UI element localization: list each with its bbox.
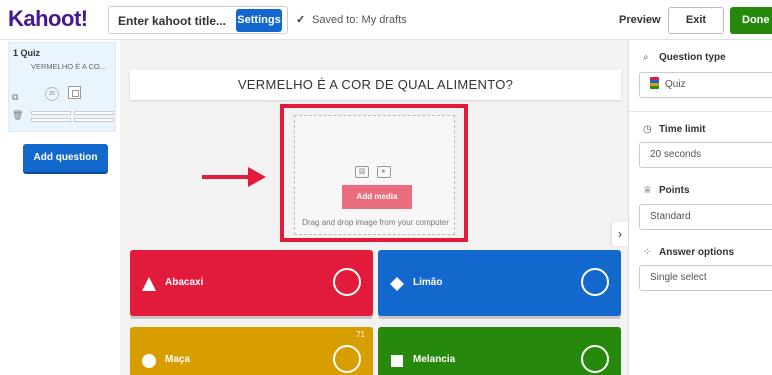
slide-question-preview: VERMELHO É A CO... bbox=[31, 62, 107, 71]
chevron-right-icon[interactable]: › bbox=[612, 222, 628, 246]
slide-thumbnail-1[interactable]: 1 Quiz VERMELHO É A CO... 20 bbox=[8, 42, 116, 132]
correct-toggle[interactable] bbox=[333, 268, 361, 296]
diamond-icon bbox=[390, 277, 404, 291]
answer-3[interactable]: 71 Maça bbox=[130, 327, 373, 375]
answer-4[interactable]: Melancia bbox=[378, 327, 621, 375]
answer-1[interactable]: Abacaxi bbox=[130, 250, 373, 316]
question-type-icon: ⌕ bbox=[643, 52, 649, 63]
timer-circle: 20 bbox=[45, 87, 59, 101]
slide-mini-preview: 20 bbox=[31, 75, 117, 125]
slide-number-label: 1 Quiz bbox=[13, 48, 41, 58]
done-button[interactable]: Done bbox=[730, 7, 772, 34]
slide-sidebar: 1 Quiz VERMELHO É A CO... 20 ⧉ 🗑 Add que… bbox=[0, 40, 120, 375]
quiz-icon bbox=[650, 77, 659, 89]
points-value: Standard bbox=[650, 211, 691, 222]
answer-label: Limão bbox=[413, 277, 443, 288]
drag-drop-hint: Drag and drop image from your computer bbox=[302, 218, 449, 227]
grid-icon: ⁘ bbox=[643, 247, 652, 258]
top-bar: Kahoot! Enter kahoot title... Settings ✓… bbox=[0, 0, 772, 40]
red-arrow-icon bbox=[202, 167, 266, 187]
question-title[interactable]: VERMELHO É A COR DE QUAL ALIMENTO? bbox=[130, 70, 621, 100]
clock-icon: ◷ bbox=[643, 124, 652, 135]
video-icon: ▸ bbox=[377, 166, 391, 178]
image-icon: ▨ bbox=[355, 166, 369, 178]
divider bbox=[629, 111, 772, 112]
answer-label: Melancia bbox=[413, 354, 456, 365]
answer-options-title: Answer options bbox=[659, 247, 735, 258]
settings-button[interactable]: Settings bbox=[236, 9, 282, 32]
answer-options-value: Single select bbox=[650, 272, 707, 283]
saved-text: Saved to: My drafts bbox=[312, 14, 407, 26]
circle-icon bbox=[142, 354, 156, 368]
char-count: 71 bbox=[356, 330, 365, 339]
question-type-select[interactable]: Quiz bbox=[639, 72, 772, 98]
check-icon: ✓ bbox=[296, 14, 306, 26]
question-canvas: VERMELHO É A COR DE QUAL ALIMENTO? ▨ ▸ A… bbox=[120, 40, 628, 375]
preview-button[interactable]: Preview bbox=[619, 14, 661, 26]
points-title: Points bbox=[659, 185, 690, 196]
time-limit-select[interactable]: 20 seconds bbox=[639, 142, 772, 168]
answer-options-select[interactable]: Single select bbox=[639, 265, 772, 291]
trophy-icon: ♕ bbox=[643, 185, 652, 196]
answer-placeholder bbox=[74, 111, 114, 115]
answer-placeholder bbox=[31, 118, 71, 122]
answer-placeholder bbox=[74, 118, 114, 122]
answer-options-heading: ⁘ Answer options bbox=[643, 247, 734, 258]
correct-toggle[interactable] bbox=[581, 345, 609, 373]
media-drop-zone[interactable]: ▨ ▸ Add media Drag and drop image from y… bbox=[294, 115, 455, 235]
question-settings-panel: ⌕ Question type Quiz ◷ Time limit 20 secon… bbox=[628, 40, 772, 375]
square-icon bbox=[391, 355, 403, 367]
answer-placeholder bbox=[31, 111, 71, 115]
answer-label: Abacaxi bbox=[165, 277, 204, 288]
image-placeholder-icon bbox=[68, 86, 81, 99]
time-limit-title: Time limit bbox=[659, 124, 706, 135]
add-question-button[interactable]: Add question bbox=[23, 144, 108, 172]
triangle-icon bbox=[142, 277, 156, 291]
question-type-title: Question type bbox=[659, 52, 726, 63]
question-type-heading: ⌕ Question type bbox=[643, 52, 726, 63]
correct-toggle[interactable] bbox=[333, 345, 361, 373]
answer-2[interactable]: Limão bbox=[378, 250, 621, 316]
add-media-button[interactable]: Add media bbox=[342, 185, 412, 209]
time-limit-value: 20 seconds bbox=[650, 149, 702, 160]
time-limit-heading: ◷ Time limit bbox=[643, 124, 706, 135]
exit-button[interactable]: Exit bbox=[668, 7, 724, 34]
question-type-value: Quiz bbox=[665, 79, 686, 90]
correct-toggle[interactable] bbox=[581, 268, 609, 296]
media-icons: ▨ ▸ bbox=[355, 166, 400, 180]
delete-icon[interactable]: 🗑 bbox=[12, 110, 23, 121]
points-heading: ♕ Points bbox=[643, 185, 690, 196]
title-placeholder: Enter kahoot title... bbox=[118, 14, 227, 28]
saved-status: ✓ Saved to: My drafts bbox=[296, 13, 407, 26]
answer-label: Maça bbox=[165, 354, 191, 365]
kahoot-logo[interactable]: Kahoot! bbox=[8, 6, 88, 32]
points-select[interactable]: Standard bbox=[639, 204, 772, 230]
duplicate-icon[interactable]: ⧉ bbox=[12, 92, 18, 103]
